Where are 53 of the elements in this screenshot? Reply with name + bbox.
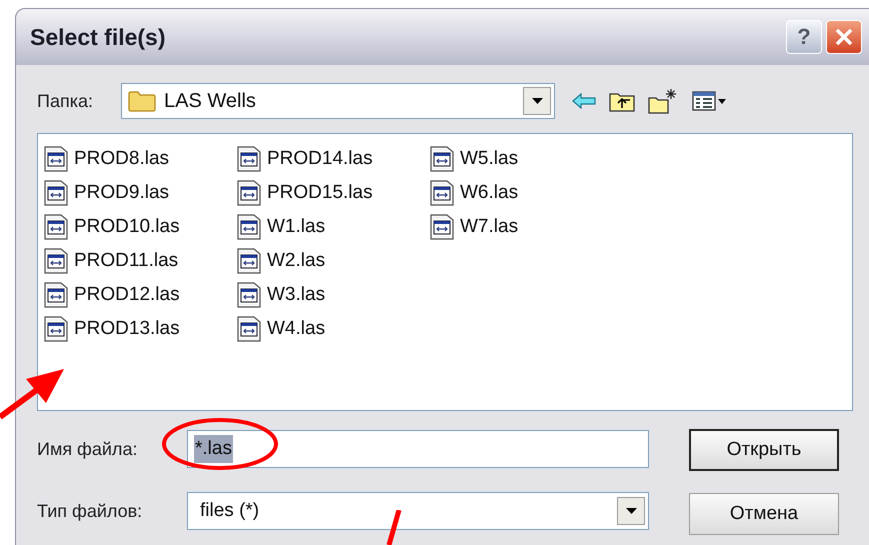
file-item[interactable]: PROD13.las <box>44 312 237 346</box>
file-icon <box>237 214 261 240</box>
file-item[interactable]: PROD10.las <box>44 210 237 244</box>
file-icon <box>44 316 68 342</box>
file-type-dropdown[interactable]: files (*) <box>187 492 649 530</box>
open-button[interactable]: Открыть <box>689 429 839 471</box>
file-icon <box>237 146 261 172</box>
file-item[interactable]: PROD11.las <box>44 244 237 278</box>
file-icon <box>237 180 261 206</box>
file-icon <box>44 282 68 308</box>
annotation-line <box>384 510 402 545</box>
file-icon <box>237 316 261 342</box>
file-item[interactable]: PROD12.las <box>44 278 237 312</box>
field-value: *.las <box>194 434 233 464</box>
caret-icon <box>532 98 542 104</box>
dropdown-arrow-button[interactable] <box>523 87 551 115</box>
file-icon <box>237 248 261 274</box>
file-item[interactable]: W3.las <box>237 278 430 312</box>
folder-label: Папка: <box>37 90 94 112</box>
file-icon <box>430 214 454 240</box>
folder-dropdown[interactable]: LAS Wells <box>121 83 555 119</box>
file-icon <box>44 180 68 206</box>
file-icon <box>430 146 454 172</box>
dropdown-arrow-button[interactable] <box>617 497 645 525</box>
file-icon <box>237 282 261 308</box>
file-item[interactable]: W4.las <box>237 312 430 346</box>
file-type-label: Тип файлов: <box>37 500 144 523</box>
close-button[interactable] <box>826 20 862 54</box>
cancel-button[interactable]: Отмена <box>689 493 839 535</box>
file-icon <box>44 248 68 274</box>
caret-icon <box>718 98 726 104</box>
caret-icon <box>626 508 636 514</box>
file-item[interactable]: PROD14.las <box>237 142 430 176</box>
file-item[interactable]: PROD15.las <box>237 176 430 210</box>
window-title: Select file(s) <box>30 22 166 52</box>
file-item[interactable]: W2.las <box>237 244 430 278</box>
file-item[interactable]: PROD9.las <box>44 176 237 210</box>
file-item[interactable]: W5.las <box>430 142 623 176</box>
folder-icon <box>128 90 156 112</box>
file-icon <box>430 180 454 206</box>
help-button[interactable]: ? <box>786 20 822 54</box>
file-icon <box>44 146 68 172</box>
file-item[interactable]: W6.las <box>430 176 623 210</box>
left-arrow-icon <box>572 93 596 109</box>
file-item[interactable]: W7.las <box>430 210 623 244</box>
file-name-field[interactable]: *.las <box>187 430 649 468</box>
details-view-icon <box>692 91 716 111</box>
new-folder-icon <box>648 88 678 114</box>
file-icon <box>44 214 68 240</box>
file-item[interactable]: W1.las <box>237 210 430 244</box>
file-name-label: Имя файла: <box>37 438 138 461</box>
close-icon <box>834 27 854 47</box>
file-item[interactable]: PROD8.las <box>44 142 237 176</box>
